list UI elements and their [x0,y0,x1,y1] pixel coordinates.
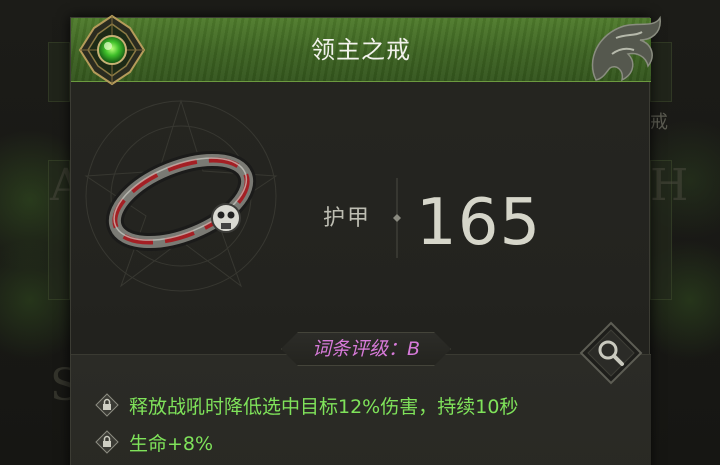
dragon-ornament-icon [591,15,661,82]
stat-divider [393,178,401,258]
green-gem-emblem-icon [78,14,146,86]
magnifier-icon[interactable] [579,321,643,385]
lock-icon[interactable] [95,393,119,417]
affix-list: 释放战吼时降低选中目标12%伤害，持续10秒 生命+8% [71,354,651,465]
stat-value: 165 [416,186,542,260]
affix-item: 释放战吼时降低选中目标12%伤害，持续10秒 [95,391,518,419]
affix-grade: 词条评级：B [311,338,421,360]
affix-text: 释放战吼时降低选中目标12%伤害，持续10秒 [129,395,519,418]
item-tooltip-panel: 领主之戒 护甲 165 释放战吼时降低选中目标12%伤害，持续10秒 生命+8%… [70,14,661,465]
background-slot [48,42,70,102]
ring-icon [84,99,278,292]
item-name: 领主之戒 [311,36,411,64]
background-label: 戒 [650,112,668,133]
stat-label: 护甲 [323,206,372,231]
affix-text: 生命+8% [129,432,214,455]
affix-item: 生命+8% [95,428,213,456]
lock-icon[interactable] [95,430,119,454]
background-rune-icon: H [650,160,689,211]
